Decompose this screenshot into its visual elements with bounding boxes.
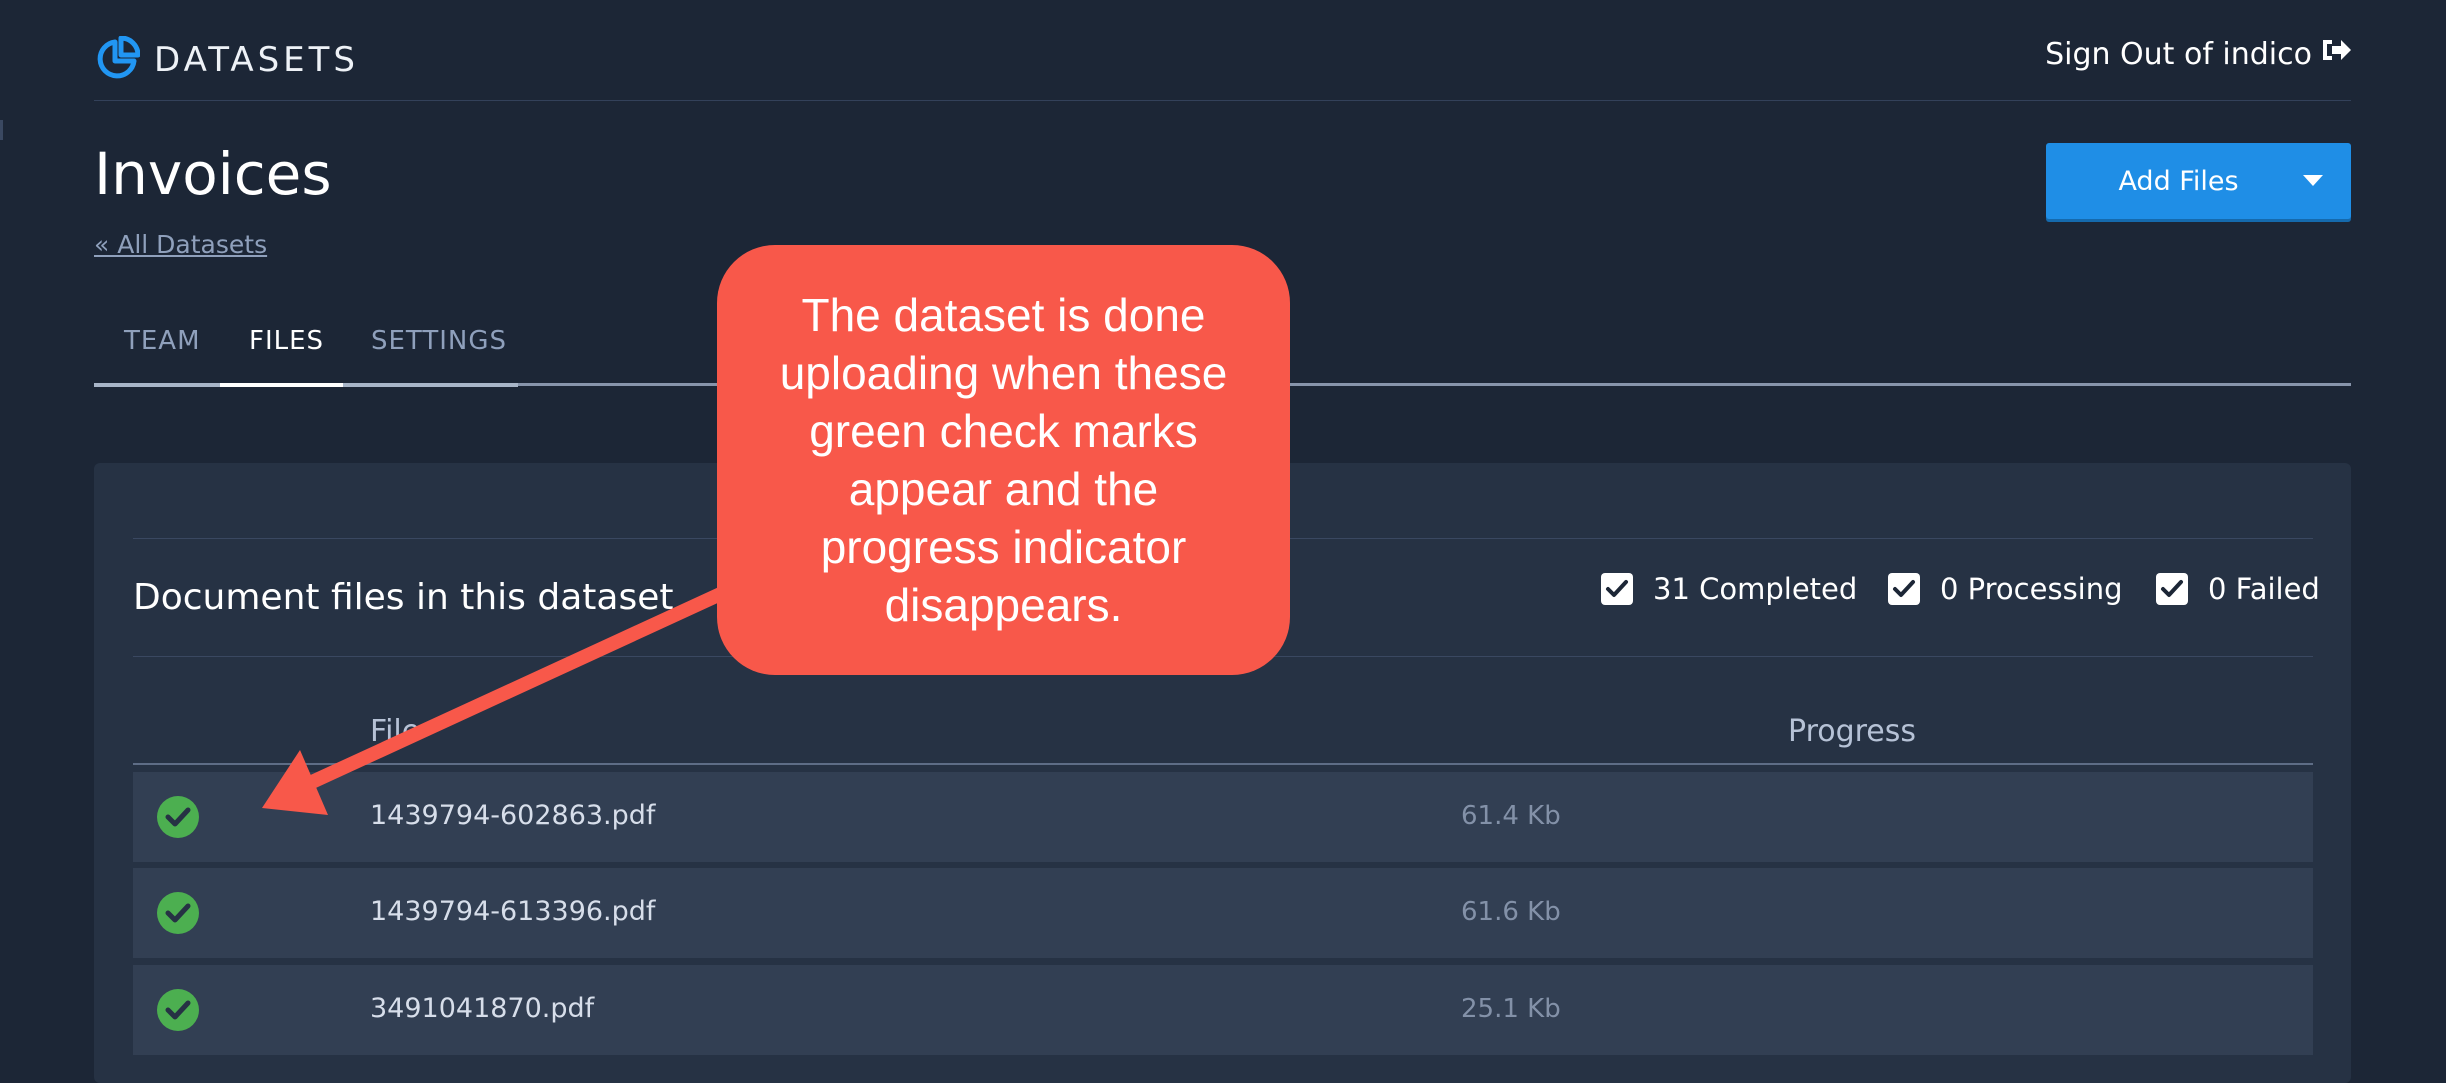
check-circle-icon <box>157 892 199 934</box>
sign-out-icon <box>2320 36 2352 72</box>
file-name[interactable]: 1439794-613396.pdf <box>370 896 655 927</box>
all-datasets-link[interactable]: « All Datasets <box>94 230 267 259</box>
checkbox-checked-icon[interactable] <box>1601 573 1633 605</box>
page-title: Invoices <box>94 140 332 208</box>
app-logo-text: DATASETS <box>154 40 360 80</box>
check-circle-icon <box>157 989 199 1031</box>
filter-failed-label: 0 Failed <box>2208 572 2320 606</box>
tab-team-underline <box>94 383 220 387</box>
file-name[interactable]: 3491041870.pdf <box>370 993 594 1024</box>
sign-out-link[interactable]: Sign Out of indico <box>2045 36 2352 72</box>
sign-out-label: Sign Out of indico <box>2045 36 2312 72</box>
add-files-button[interactable]: Add Files <box>2046 143 2351 219</box>
filter-processing[interactable]: 0 Processing <box>1888 572 2123 606</box>
table-row[interactable]: 3491041870.pdf 25.1 Kb <box>133 965 2313 1055</box>
filter-completed-label: 31 Completed <box>1653 572 1858 606</box>
filter-completed[interactable]: 31 Completed <box>1601 572 1857 606</box>
file-size: 25.1 Kb <box>1461 994 1561 1024</box>
column-header-progress: Progress <box>1788 714 1917 749</box>
tab-settings-underline <box>343 383 518 387</box>
window-edge <box>0 120 3 140</box>
file-size: 61.4 Kb <box>1461 801 1561 831</box>
table-row[interactable]: 1439794-602863.pdf 61.4 Kb <box>133 772 2313 862</box>
tab-files[interactable]: FILES <box>249 326 324 356</box>
checkbox-checked-icon[interactable] <box>2156 573 2188 605</box>
table-header-divider <box>133 763 2313 765</box>
column-header-file: File <box>370 714 421 749</box>
caret-down-icon[interactable] <box>2303 175 2323 186</box>
file-size: 61.6 Kb <box>1461 897 1561 927</box>
header-divider <box>94 100 2351 101</box>
annotation-callout: The dataset is done uploading when these… <box>717 245 1290 675</box>
filter-processing-label: 0 Processing <box>1940 572 2123 606</box>
pie-chart-icon <box>94 35 141 82</box>
check-circle-icon <box>157 796 199 838</box>
panel-title: Document files in this dataset <box>133 577 674 618</box>
tab-settings[interactable]: SETTINGS <box>371 326 507 356</box>
checkbox-checked-icon[interactable] <box>1888 573 1920 605</box>
table-row[interactable]: 1439794-613396.pdf 61.6 Kb <box>133 868 2313 958</box>
file-name[interactable]: 1439794-602863.pdf <box>370 800 655 831</box>
tab-team[interactable]: TEAM <box>124 326 201 356</box>
filter-failed[interactable]: 0 Failed <box>2156 572 2320 606</box>
tab-files-active-indicator <box>220 383 343 387</box>
